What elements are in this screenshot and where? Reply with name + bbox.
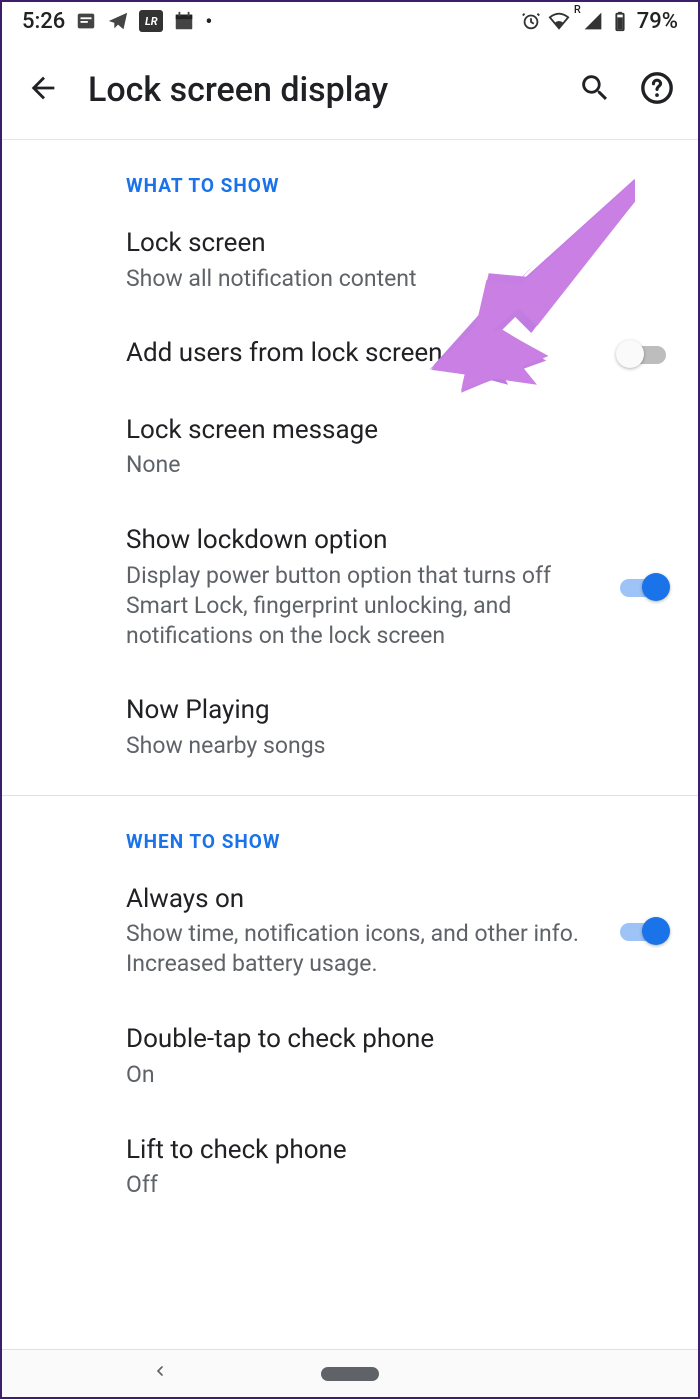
pref-title: Lift to check phone	[126, 1134, 670, 1167]
pref-title: Add users from lock screen	[126, 337, 598, 370]
status-time: 5:26	[22, 9, 65, 34]
pref-summary: On	[126, 1060, 670, 1090]
back-button[interactable]	[26, 71, 60, 109]
pref-summary: Show time, notification icons, and other…	[126, 919, 598, 979]
toggle-lockdown[interactable]	[616, 572, 670, 602]
toggle-add-users[interactable]	[616, 339, 670, 369]
settings-list[interactable]: WHAT TO SHOW Lock screen Show all notifi…	[2, 140, 698, 1349]
toggle-always-on[interactable]	[616, 916, 670, 946]
pref-title: Double-tap to check phone	[126, 1023, 670, 1056]
status-battery-pct: 79%	[637, 9, 678, 34]
nav-back-button[interactable]	[152, 1360, 168, 1388]
battery-icon	[609, 10, 631, 32]
section-header-what: WHAT TO SHOW	[2, 140, 698, 205]
pref-lock-screen-message[interactable]: Lock screen message None	[2, 392, 698, 502]
alarm-icon	[520, 10, 542, 32]
wifi-icon	[548, 10, 570, 32]
pref-summary: None	[126, 450, 670, 480]
pref-summary: Show all notification content	[126, 264, 670, 294]
pref-summary: Show nearby songs	[126, 731, 670, 761]
help-icon	[640, 71, 674, 105]
pref-always-on[interactable]: Always on Show time, notification icons,…	[2, 861, 698, 1001]
section-header-when: WHEN TO SHOW	[2, 796, 698, 861]
search-button[interactable]	[578, 71, 612, 109]
pref-title: Lock screen message	[126, 414, 670, 447]
pref-now-playing[interactable]: Now Playing Show nearby songs	[2, 672, 698, 782]
app-bar: Lock screen display	[2, 40, 698, 140]
chevron-left-icon	[152, 1360, 168, 1382]
pref-summary: Off	[126, 1170, 670, 1200]
pref-double-tap[interactable]: Double-tap to check phone On	[2, 1001, 698, 1111]
notification-calendar-icon	[173, 10, 195, 32]
page-title: Lock screen display	[88, 70, 550, 110]
pref-lock-screen[interactable]: Lock screen Show all notification conten…	[2, 205, 698, 315]
status-bar: 5:26 LR • R	[2, 2, 698, 40]
notification-lr-icon: LR	[139, 10, 163, 32]
arrow-back-icon	[26, 71, 60, 105]
notification-message-icon	[75, 10, 97, 32]
pref-title: Lock screen	[126, 227, 670, 260]
system-nav-bar	[2, 1349, 698, 1397]
pref-title: Show lockdown option	[126, 524, 598, 557]
pref-lift[interactable]: Lift to check phone Off	[2, 1112, 698, 1222]
pref-add-users[interactable]: Add users from lock screen	[2, 315, 698, 392]
help-button[interactable]	[640, 71, 674, 109]
pref-show-lockdown[interactable]: Show lockdown option Display power butto…	[2, 502, 698, 672]
search-icon	[578, 71, 612, 105]
notification-more-icon: •	[205, 11, 212, 31]
pref-title: Now Playing	[126, 694, 670, 727]
notification-telegram-icon	[107, 10, 129, 32]
signal-icon: R	[576, 11, 603, 31]
pref-summary: Display power button option that turns o…	[126, 561, 598, 651]
pref-title: Always on	[126, 883, 598, 916]
nav-home-pill[interactable]	[321, 1367, 379, 1381]
